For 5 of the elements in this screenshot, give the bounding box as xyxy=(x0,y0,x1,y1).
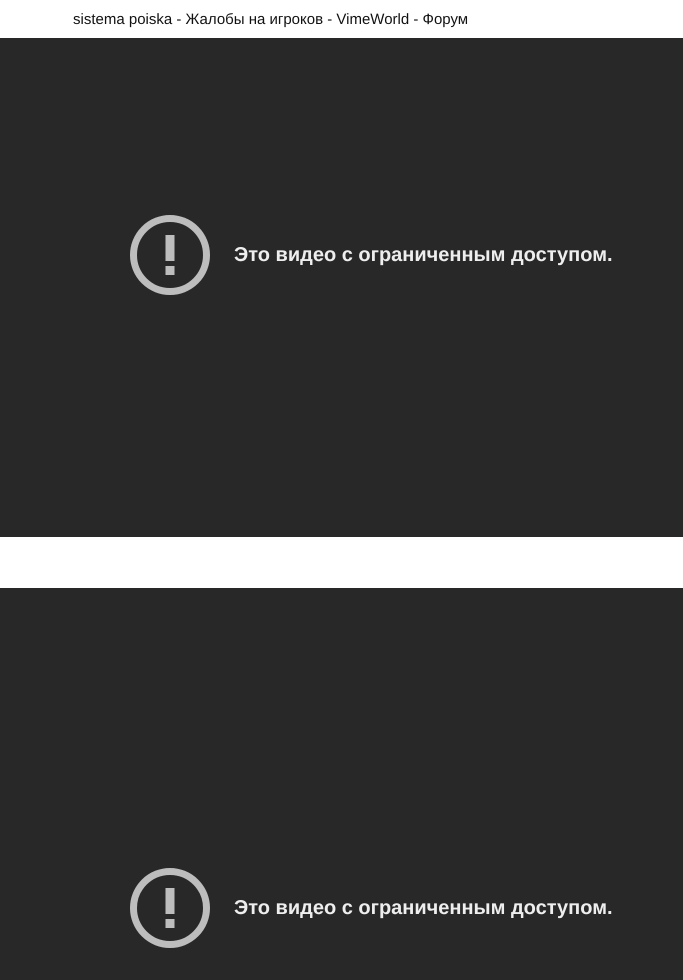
restricted-message: Это видео с ограниченным доступом. xyxy=(234,244,613,266)
page-title: sistema poiska - Жалобы на игроков - VimeWorld - Форум xyxy=(73,10,468,28)
restricted-message: Это видео с ограниченным доступом. xyxy=(234,896,613,920)
warning-icon xyxy=(130,868,210,948)
warning-icon xyxy=(130,215,210,295)
